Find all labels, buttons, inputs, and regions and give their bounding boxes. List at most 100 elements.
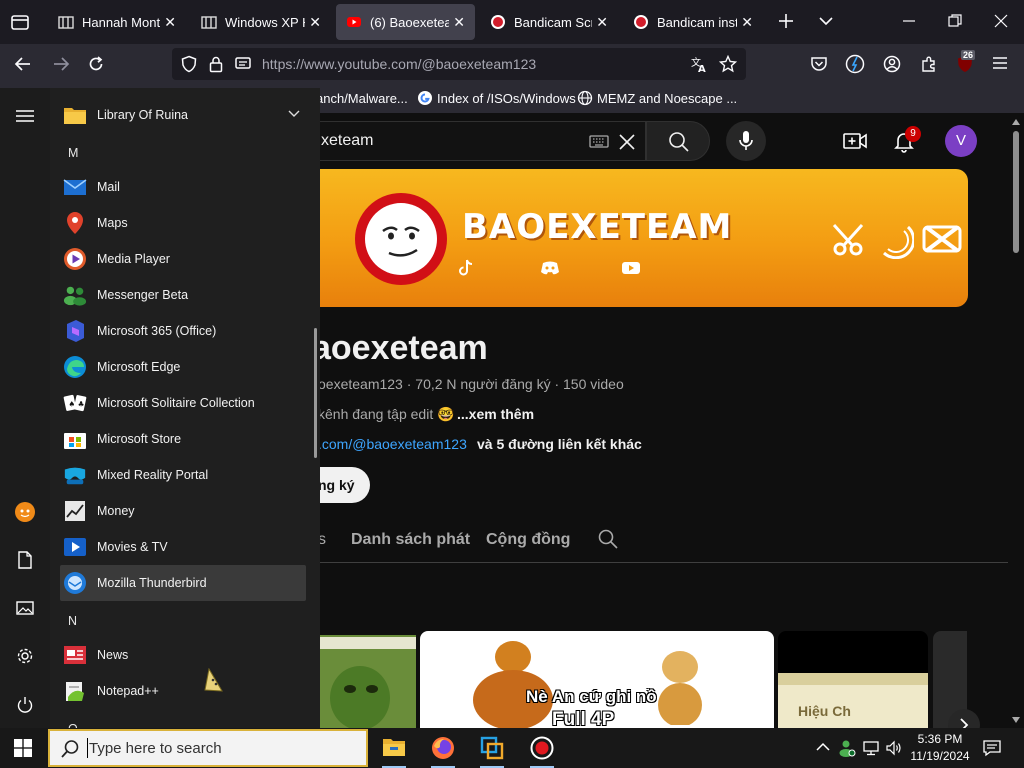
tab-1[interactable]: Windows XP Ho ✕ bbox=[191, 4, 331, 40]
hamburger-menu-icon[interactable] bbox=[992, 55, 1008, 71]
firefox-view-icon[interactable] bbox=[10, 12, 30, 32]
channel-link[interactable]: .com/@baoexeteam123 bbox=[318, 436, 467, 452]
app-microsoft-store[interactable]: Microsoft Store bbox=[60, 421, 306, 457]
notifications-bell-icon[interactable]: 9 bbox=[892, 126, 921, 153]
close-window-icon[interactable] bbox=[994, 14, 1008, 28]
scroll-up-icon[interactable] bbox=[1012, 119, 1020, 125]
app-movies-tv[interactable]: Movies & TV bbox=[60, 529, 306, 565]
translate-icon[interactable]: 文A bbox=[690, 55, 708, 73]
account-icon[interactable] bbox=[883, 55, 901, 73]
account-avatar[interactable]: V bbox=[945, 125, 977, 157]
url-text[interactable]: https://www.youtube.com/@baoexeteam123 bbox=[262, 56, 536, 72]
app-notepad-plus-plus[interactable]: Notepad++ bbox=[60, 673, 306, 709]
yt-search-input[interactable]: xeteam bbox=[270, 121, 646, 161]
app-media-player[interactable]: Media Player bbox=[60, 241, 306, 277]
channel-search-icon[interactable] bbox=[598, 529, 618, 549]
tab-4[interactable]: Bandicam instal ✕ bbox=[623, 4, 763, 40]
thumbnail-strip bbox=[320, 637, 416, 649]
tab-close-icon[interactable]: ✕ bbox=[741, 14, 753, 31]
bookmark-item[interactable]: MEMZ and Noescape ... bbox=[597, 91, 737, 106]
tab-community[interactable]: Cộng đồng bbox=[486, 531, 570, 549]
bookmark-star-icon[interactable] bbox=[719, 55, 737, 73]
folder-library-of-ruina[interactable]: Library Of Ruina bbox=[60, 97, 306, 133]
app-mozilla-thunderbird[interactable]: Mozilla Thunderbird bbox=[60, 565, 306, 601]
pictures-icon[interactable] bbox=[16, 600, 34, 616]
yt-search-button[interactable] bbox=[646, 121, 710, 161]
app-news[interactable]: News bbox=[60, 637, 306, 673]
create-video-icon[interactable] bbox=[843, 130, 867, 152]
start-menu-scrollbar[interactable] bbox=[314, 328, 317, 458]
expand-menu-icon[interactable] bbox=[15, 108, 35, 124]
tab-3[interactable]: Bandicam Scree ✕ bbox=[480, 4, 618, 40]
app-mixed-reality-portal[interactable]: Mixed Reality Portal bbox=[60, 457, 306, 493]
app-mail[interactable]: Mail bbox=[60, 169, 306, 205]
file-explorer-icon[interactable] bbox=[382, 736, 406, 758]
bookmark-item[interactable]: anch/Malware... bbox=[316, 91, 408, 106]
keyboard-icon[interactable] bbox=[589, 133, 609, 149]
tab-2[interactable]: (6) Baoexeteam ✕ bbox=[336, 4, 475, 40]
back-icon[interactable] bbox=[14, 55, 32, 73]
scroll-down-icon[interactable] bbox=[1012, 717, 1020, 723]
tab-close-icon[interactable]: ✕ bbox=[453, 14, 465, 31]
documents-icon[interactable] bbox=[17, 551, 33, 569]
tab-playlists[interactable]: Danh sách phát bbox=[351, 531, 470, 549]
url-bar[interactable]: https://www.youtube.com/@baoexeteam123 文… bbox=[172, 48, 746, 80]
folder-icon bbox=[63, 103, 87, 127]
app-messenger-beta[interactable]: Messenger Beta bbox=[60, 277, 306, 313]
extensions-icon[interactable] bbox=[920, 55, 938, 73]
new-tab-icon[interactable] bbox=[777, 12, 795, 30]
voice-search-button[interactable] bbox=[726, 121, 766, 161]
clear-search-icon[interactable] bbox=[617, 132, 637, 152]
tab-close-icon[interactable]: ✕ bbox=[164, 14, 176, 31]
user-avatar[interactable] bbox=[15, 502, 35, 522]
scroll-thumb[interactable] bbox=[1013, 131, 1019, 253]
app-microsoft-edge[interactable]: Microsoft Edge bbox=[60, 349, 306, 385]
page-scrollbar[interactable] bbox=[1008, 113, 1024, 728]
list-tabs-chevron-icon[interactable] bbox=[817, 13, 835, 29]
tracking-shield-icon[interactable] bbox=[180, 55, 198, 73]
virtualbox-icon[interactable] bbox=[480, 736, 504, 760]
minimize-icon[interactable] bbox=[902, 14, 916, 28]
more-link[interactable]: ...xem thêm bbox=[457, 406, 534, 422]
action-center-icon[interactable] bbox=[983, 739, 1001, 757]
video-thumbnail[interactable]: Nè An cứ ghi nồ Full 4P bbox=[420, 631, 774, 728]
forward-icon[interactable] bbox=[52, 55, 70, 73]
app-microsoft-365[interactable]: Microsoft 365 (Office) bbox=[60, 313, 306, 349]
bookmark-item[interactable]: Index of /ISOs/Windows bbox=[437, 91, 576, 106]
carousel-next-button[interactable] bbox=[948, 709, 980, 728]
settings-gear-icon[interactable] bbox=[16, 647, 34, 665]
clock-time[interactable]: 5:36 PM bbox=[908, 732, 972, 746]
volume-icon[interactable] bbox=[885, 739, 903, 757]
app-microsoft-solitaire[interactable]: ♠ ♣ Microsoft Solitaire Collection bbox=[60, 385, 306, 421]
more-links[interactable]: và 5 đường liên kết khác bbox=[477, 436, 642, 452]
app-label: Microsoft Solitaire Collection bbox=[97, 396, 255, 410]
pocket-icon[interactable] bbox=[810, 55, 828, 73]
reload-icon[interactable] bbox=[87, 55, 105, 73]
clock-date[interactable]: 11/19/2024 bbox=[908, 749, 972, 763]
restore-icon[interactable] bbox=[948, 14, 962, 28]
tab-close-icon[interactable]: ✕ bbox=[309, 14, 321, 31]
taskbar-search-box[interactable]: Type here to search bbox=[48, 729, 368, 767]
app-maps[interactable]: Maps bbox=[60, 205, 306, 241]
notepadpp-icon bbox=[63, 679, 87, 703]
lock-icon[interactable] bbox=[208, 55, 224, 73]
people-status-icon[interactable] bbox=[838, 739, 856, 757]
letter-header-n[interactable]: N bbox=[68, 614, 77, 628]
firefox-icon[interactable] bbox=[431, 736, 455, 760]
power-icon[interactable] bbox=[16, 696, 34, 714]
edge-icon bbox=[63, 355, 87, 379]
show-hidden-icons-chevron[interactable] bbox=[816, 742, 830, 752]
windows-start-icon[interactable] bbox=[14, 739, 32, 757]
video-thumbnail[interactable] bbox=[320, 635, 416, 728]
ublock-icon[interactable]: 26 bbox=[955, 50, 976, 74]
permissions-icon[interactable] bbox=[234, 55, 252, 73]
network-icon[interactable] bbox=[862, 739, 880, 757]
bandicam-record-icon[interactable] bbox=[530, 736, 554, 760]
video-thumbnail[interactable]: Hiệu Ch bbox=[778, 631, 928, 728]
tab-close-icon[interactable]: ✕ bbox=[596, 14, 608, 31]
tab-0[interactable]: Hannah Montan ✕ bbox=[48, 4, 186, 40]
speed-extension-icon[interactable] bbox=[845, 54, 865, 74]
app-money[interactable]: Money bbox=[60, 493, 306, 529]
letter-header-m[interactable]: M bbox=[68, 146, 78, 160]
start-menu-rail bbox=[0, 88, 50, 728]
